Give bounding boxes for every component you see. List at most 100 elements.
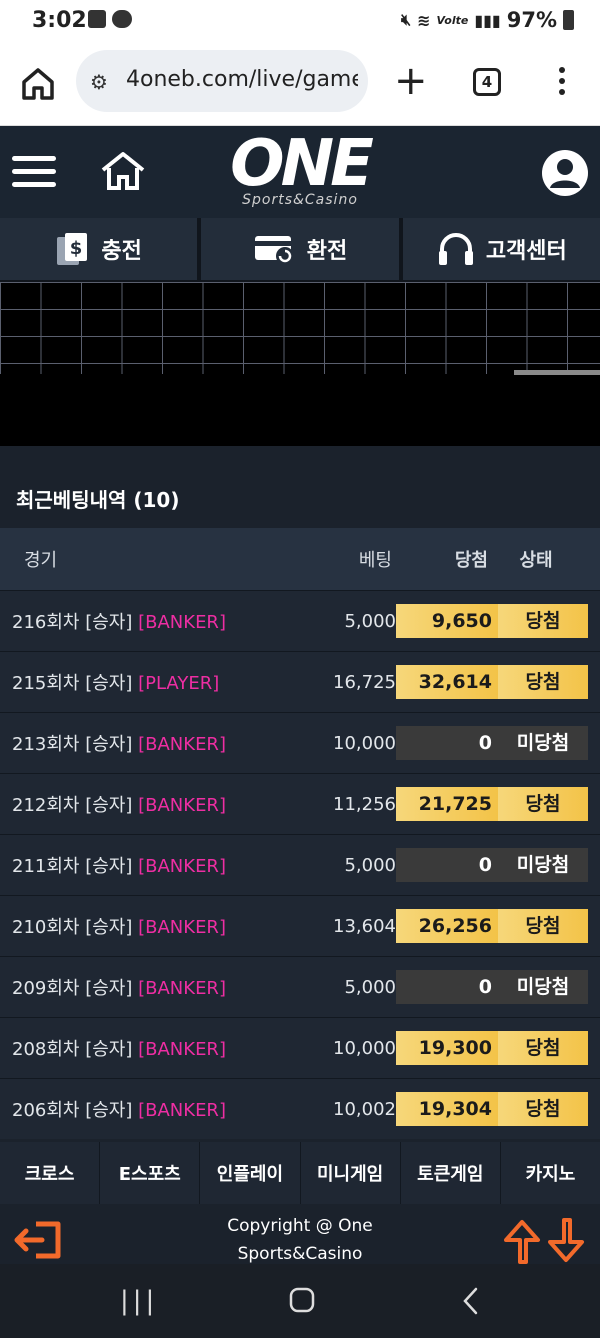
table-row[interactable]: 210회차 [승자] [BANKER] 13,604 26,256 당첨 <box>0 895 600 956</box>
tab-minigame[interactable]: 미니게임 <box>301 1142 401 1204</box>
battery-percent: 97% <box>506 8 557 32</box>
row-win: 19,304 <box>396 1092 498 1126</box>
support-button[interactable]: 고객센터 <box>402 218 600 280</box>
action-bar: $ 충전 환전 고객센터 <box>0 218 600 282</box>
row-win: 32,614 <box>396 665 498 699</box>
url-text[interactable]: 4oneb.com/live/game/l <box>126 67 358 92</box>
recent-apps-icon[interactable]: ||| <box>120 1286 158 1316</box>
row-round: 209회차 [승자] <box>12 978 133 999</box>
menu-icon[interactable] <box>12 156 56 188</box>
row-state: 미당첨 <box>498 726 588 760</box>
table-row[interactable]: 216회차 [승자] [BANKER] 5,000 9,650 당첨 <box>0 590 600 651</box>
exchange-button[interactable]: 환전 <box>201 218 399 280</box>
more-menu-icon[interactable] <box>556 64 568 104</box>
row-win: 0 <box>396 726 498 760</box>
row-bet: 10,002 <box>333 1098 396 1120</box>
row-state: 미당첨 <box>498 970 588 1004</box>
row-round: 216회차 [승자] <box>12 612 133 633</box>
row-round: 208회차 [승자] <box>12 1039 133 1060</box>
home-nav-icon[interactable] <box>288 1286 316 1314</box>
tab-esports[interactable]: E스포츠 <box>100 1142 201 1204</box>
scroll-top-bottom-icon[interactable] <box>500 1218 592 1264</box>
row-state: 당첨 <box>498 787 588 821</box>
system-nav-bar: ||| <box>0 1264 600 1338</box>
row-game: 208회차 [승자] [BANKER] <box>12 1035 226 1061</box>
wifi-icon: ≋ <box>417 10 431 30</box>
row-game: 212회차 [승자] [BANKER] <box>12 791 226 817</box>
row-bet: 5,000 <box>344 854 396 876</box>
row-win: 26,256 <box>396 909 498 943</box>
live-game-view[interactable] <box>0 282 600 446</box>
table-row[interactable]: 206회차 [승자] [BANKER] 10,002 19,304 당첨 <box>0 1078 600 1139</box>
site-footer: Copyright @ One Sports&Casino <box>0 1204 600 1264</box>
browser-home-icon[interactable] <box>18 64 58 104</box>
table-row[interactable]: 215회차 [승자] [PLAYER] 16,725 32,614 당첨 <box>0 651 600 712</box>
row-bet: 5,000 <box>344 976 396 998</box>
row-round: 213회차 [승자] <box>12 734 133 755</box>
tab-casino[interactable]: 카지노 <box>501 1142 600 1204</box>
row-round: 215회차 [승자] <box>12 673 133 694</box>
row-game: 216회차 [승자] [BANKER] <box>12 608 226 634</box>
row-round: 206회차 [승자] <box>12 1100 133 1121</box>
row-win: 9,650 <box>396 604 498 638</box>
row-game: 213회차 [승자] [BANKER] <box>12 730 226 756</box>
betting-history-title: 최근베팅내역 (10) <box>16 488 180 512</box>
header-bet: 베팅 <box>358 550 392 571</box>
row-pick: [PLAYER] <box>138 673 220 694</box>
row-pick: [BANKER] <box>138 1100 226 1121</box>
battery-icon <box>563 10 574 30</box>
address-bar[interactable]: ⚙︎ 4oneb.com/live/game/l <box>76 50 368 112</box>
table-row[interactable]: 209회차 [승자] [BANKER] 5,000 0 미당첨 <box>0 956 600 1017</box>
status-right: 🔇︎ ≋ Volte ▮▮▮ 97% <box>401 8 574 32</box>
exchange-icon <box>254 236 294 265</box>
gallery-icon <box>88 10 106 28</box>
copyright-line1: Copyright @ One <box>227 1216 373 1236</box>
row-win: 19,300 <box>396 1031 498 1065</box>
tab-cross[interactable]: 크로스 <box>0 1142 101 1204</box>
row-win: 0 <box>396 848 498 882</box>
table-header: 경기 베팅 당첨 상태 <box>0 528 600 590</box>
notification-icons <box>88 10 132 28</box>
copyright: Copyright @ One Sports&Casino <box>200 1212 400 1268</box>
horizontal-scrollbar[interactable] <box>514 370 600 375</box>
row-bet: 5,000 <box>344 610 396 632</box>
browser-toolbar: ⚙︎ 4oneb.com/live/game/l + 4 <box>0 42 600 126</box>
site-home-icon[interactable] <box>100 150 146 192</box>
site-settings-icon[interactable]: ⚙︎ <box>90 70 108 94</box>
tab-inplay[interactable]: 인플레이 <box>200 1142 301 1204</box>
row-game: 209회차 [승자] [BANKER] <box>12 974 226 1000</box>
volte-label: Volte <box>436 13 469 27</box>
table-row[interactable]: 212회차 [승자] [BANKER] 11,256 21,725 당첨 <box>0 773 600 834</box>
site-logo[interactable]: ONE Sports&Casino <box>214 132 386 212</box>
status-time: 3:02 <box>32 8 87 33</box>
header-state: 상태 <box>519 550 553 571</box>
row-pick: [BANKER] <box>138 856 226 877</box>
support-label: 고객센터 <box>485 239 567 264</box>
row-round: 210회차 [승자] <box>12 917 133 938</box>
table-row[interactable]: 213회차 [승자] [BANKER] 10,000 0 미당첨 <box>0 712 600 773</box>
back-nav-icon[interactable] <box>460 1286 482 1316</box>
row-pick: [BANKER] <box>138 734 226 755</box>
new-tab-icon[interactable]: + <box>394 56 428 106</box>
row-pick: [BANKER] <box>138 917 226 938</box>
category-tabs: 크로스 E스포츠 인플레이 미니게임 토큰게임 카지노 <box>0 1142 600 1204</box>
site-header: ONE Sports&Casino <box>0 126 600 218</box>
row-round: 211회차 [승자] <box>12 856 133 877</box>
row-pick: [BANKER] <box>138 612 226 633</box>
tab-tokengame[interactable]: 토큰게임 <box>401 1142 501 1204</box>
tab-switcher-button[interactable]: 4 <box>473 68 501 96</box>
row-game: 206회차 [승자] [BANKER] <box>12 1096 226 1122</box>
row-state: 당첨 <box>498 1031 588 1065</box>
row-pick: [BANKER] <box>138 1039 226 1060</box>
table-row[interactable]: 208회차 [승자] [BANKER] 10,000 19,300 당첨 <box>0 1017 600 1078</box>
row-bet: 10,000 <box>333 732 396 754</box>
row-pick: [BANKER] <box>138 978 226 999</box>
row-bet: 16,725 <box>333 671 396 693</box>
user-avatar-icon[interactable] <box>542 150 588 196</box>
logout-icon[interactable] <box>12 1218 64 1262</box>
row-bet: 10,000 <box>333 1037 396 1059</box>
row-game: 215회차 [승자] [PLAYER] <box>12 669 219 695</box>
row-state: 당첨 <box>498 604 588 638</box>
deposit-button[interactable]: $ 충전 <box>0 218 198 280</box>
table-row[interactable]: 211회차 [승자] [BANKER] 5,000 0 미당첨 <box>0 834 600 895</box>
